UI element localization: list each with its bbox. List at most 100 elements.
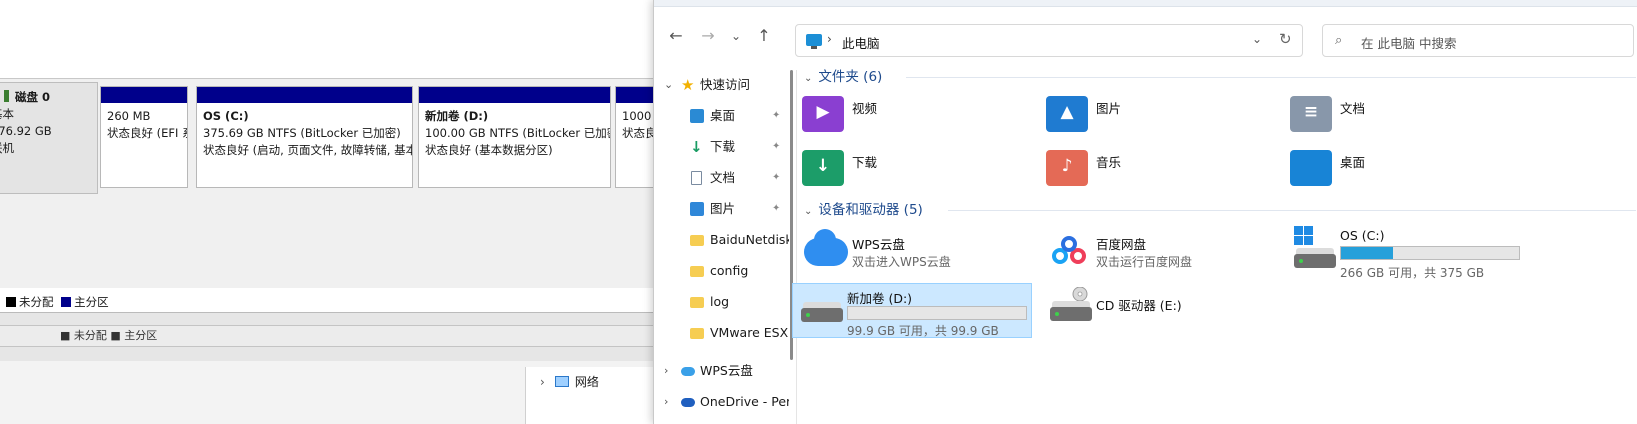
partition-efi[interactable]: 260 MB 状态良好 (EFI 系统分区) [100, 86, 188, 188]
refresh-icon[interactable]: ↻ [1279, 30, 1292, 48]
folder-video[interactable]: ▶ 视频 [798, 92, 1038, 142]
background-window-lower: ■ 未分配 ■ 主分区 › 网络 [0, 312, 660, 424]
legend-primary: 主分区 [74, 295, 109, 309]
nav-label: 图片 [710, 201, 736, 216]
folder-documents[interactable]: ≡ 文档 [1286, 92, 1526, 142]
folder-label: 音乐 [1096, 155, 1122, 170]
folder-music[interactable]: ♪ 音乐 [1042, 146, 1282, 196]
nav-label: 桌面 [710, 108, 736, 123]
partition-size: 375.69 GB NTFS (BitLocker 已加密) [203, 126, 401, 140]
file-explorer-window: ← → ⌄ ↑ › 此电脑 ⌄ ↻ ⌕ 在 此电脑 中搜索 ⌄ ★ 快速访问 桌… [653, 0, 1637, 424]
folder-label: 文档 [1340, 101, 1366, 116]
folder-icon [690, 297, 704, 308]
search-box[interactable]: ⌕ 在 此电脑 中搜索 [1322, 24, 1634, 57]
breadcrumb-separator[interactable]: › [827, 32, 832, 46]
windows-drive-icon [1294, 226, 1314, 246]
device-drive-d[interactable]: 新加卷 (D:) 99.9 GB 可用，共 99.9 GB [792, 283, 1032, 338]
pin-icon[interactable]: ✦ [772, 194, 780, 224]
baidu-netdisk-icon [1050, 234, 1090, 274]
desktop-folder-icon [1290, 150, 1332, 186]
device-baidu-netdisk[interactable]: 百度网盘 双击运行百度网盘 [1042, 230, 1282, 278]
recent-locations-button[interactable]: ⌄ [722, 22, 750, 50]
capacity-bar [847, 306, 1027, 320]
search-icon: ⌕ [1335, 33, 1343, 48]
title-bar[interactable] [654, 0, 1637, 7]
folder-label: 图片 [1096, 101, 1122, 116]
downloads-folder-icon: ↓ [802, 150, 844, 186]
this-pc-icon [806, 34, 822, 49]
partition-legend: 未分配 主分区 [0, 292, 660, 312]
navigation-bar: ← → ⌄ ↑ › 此电脑 ⌄ ↻ ⌕ 在 此电脑 中搜索 [654, 8, 1637, 58]
devices-group-header[interactable]: ⌄ 设备和驱动器 (5) [804, 199, 923, 221]
chevron-right-icon: › [540, 375, 545, 389]
pictures-folder-icon: ▲ [1046, 96, 1088, 132]
forward-button[interactable]: → [694, 22, 722, 50]
nav-label: log [710, 294, 730, 309]
partition-size: 100.00 GB NTFS (BitLocker 已加密) [425, 126, 610, 140]
nav-folder-vmware[interactable]: VMware ESXi [654, 318, 789, 348]
partition-status: 状态良好 (EFI 系统分区) [107, 126, 187, 140]
nav-documents[interactable]: 文档 ✦ [654, 163, 789, 193]
partition-status: 状态良好 (启动, 页面文件, 故障转储, 基本数据分区) [203, 143, 412, 157]
folder-desktop[interactable]: 桌面 [1286, 146, 1526, 196]
device-cd-drive[interactable]: CD 驱动器 (E:) [1042, 283, 1282, 331]
folder-icon [690, 266, 704, 277]
breadcrumb-this-pc[interactable]: 此电脑 [842, 33, 880, 52]
chevron-down-icon[interactable]: ⌄ [664, 70, 673, 100]
devices-header-label: 设备和驱动器 (5) [818, 202, 923, 218]
folders-group-header[interactable]: ⌄ 文件夹 (6) [804, 66, 882, 88]
chevron-right-icon[interactable]: › [664, 356, 668, 386]
address-dropdown-icon[interactable]: ⌄ [1252, 32, 1262, 46]
device-subtitle: 99.9 GB 可用，共 99.9 GB [847, 324, 999, 338]
back-button[interactable]: ← [662, 22, 690, 50]
partition-status: 状态良好 (基本数据分区) [425, 143, 553, 157]
disk-status: 联机 [0, 141, 14, 155]
group-divider [948, 210, 1636, 211]
pin-icon[interactable]: ✦ [772, 101, 780, 131]
documents-folder-icon: ≡ [1290, 96, 1332, 132]
music-folder-icon: ♪ [1046, 150, 1088, 186]
partition-d[interactable]: 新加卷 (D:) 100.00 GB NTFS (BitLocker 已加密) … [418, 86, 611, 188]
folder-downloads[interactable]: ↓ 下载 [798, 146, 1038, 196]
pin-icon[interactable]: ✦ [772, 163, 780, 193]
disk-type: 基本 [0, 107, 14, 121]
up-button[interactable]: ↑ [750, 22, 778, 50]
nav-pictures[interactable]: 图片 ✦ [654, 194, 789, 224]
star-icon: ★ [681, 76, 695, 94]
folder-pictures[interactable]: ▲ 图片 [1042, 92, 1282, 142]
device-wps-cloud[interactable]: WPS云盘 双击进入WPS云盘 [798, 229, 1038, 278]
folder-label: 桌面 [1340, 155, 1366, 170]
nav-quick-access[interactable]: ⌄ ★ 快速访问 [654, 70, 789, 100]
device-drive-c[interactable]: OS (C:) 266 GB 可用，共 375 GB [1286, 226, 1536, 280]
disk-icon [4, 90, 9, 102]
primary-swatch [61, 297, 72, 307]
nav-label: BaiduNetdiskDownload [710, 232, 789, 247]
picture-icon [690, 202, 704, 216]
video-folder-icon: ▶ [802, 96, 844, 132]
device-label: WPS云盘 [852, 237, 905, 252]
partition-c[interactable]: OS (C:) 375.69 GB NTFS (BitLocker 已加密) 状… [196, 86, 413, 188]
nav-desktop[interactable]: 桌面 ✦ [654, 101, 789, 131]
chevron-right-icon[interactable]: › [664, 387, 668, 417]
capacity-fill [1341, 247, 1393, 259]
device-label: 百度网盘 [1096, 237, 1147, 252]
disk-0-label[interactable]: 磁盘 0 基本 476.92 GB 联机 [0, 82, 98, 194]
device-subtitle: 266 GB 可用，共 375 GB [1340, 266, 1485, 280]
network-label: 网络 [574, 375, 599, 389]
nav-wps-cloud[interactable]: › WPS云盘 [654, 356, 789, 386]
nav-onedrive[interactable]: › OneDrive - Personal [654, 387, 789, 417]
partition-bar [101, 87, 187, 103]
folder-label: 视频 [852, 101, 878, 116]
nav-label: OneDrive - Personal [700, 394, 789, 409]
address-bar[interactable]: › 此电脑 ⌄ ↻ [795, 24, 1303, 57]
pin-icon[interactable]: ✦ [772, 132, 780, 162]
nav-label: 下载 [710, 139, 736, 154]
nav-folder-log[interactable]: log [654, 287, 789, 317]
nav-folder-baidu[interactable]: BaiduNetdiskDownload [654, 225, 789, 255]
chevron-down-icon: ⌄ [804, 206, 813, 217]
disk-name: 磁盘 0 [15, 90, 51, 104]
partition-title: OS (C:) [203, 109, 249, 123]
nav-downloads[interactable]: ↓ 下载 ✦ [654, 132, 789, 162]
nav-folder-config[interactable]: config [654, 256, 789, 286]
network-nav-item[interactable]: › 网络 [525, 367, 660, 424]
